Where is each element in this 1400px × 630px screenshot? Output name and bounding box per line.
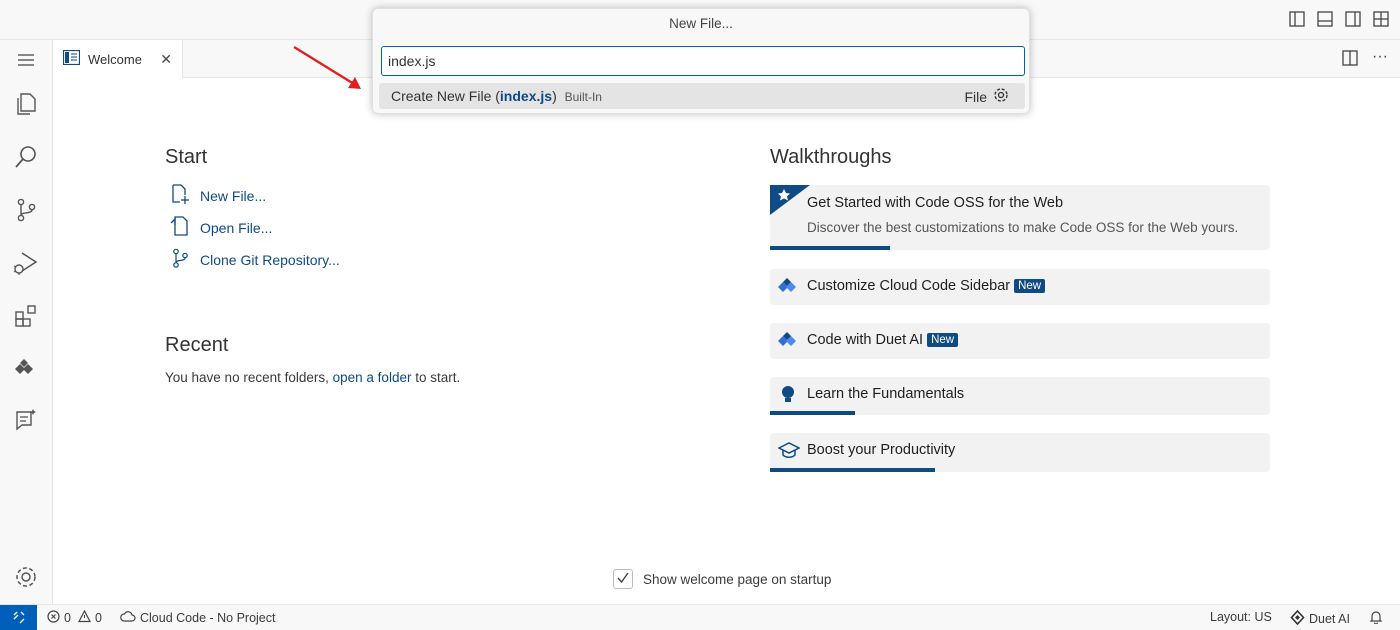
warning-icon xyxy=(77,609,91,626)
palette-title: New File... xyxy=(669,16,733,31)
error-count: 0 xyxy=(64,611,71,625)
walkthrough-duet-ai[interactable]: Code with Duet AI New xyxy=(770,323,1270,359)
duet-ai-icon xyxy=(1290,609,1305,628)
walkthroughs-heading: Walkthroughs xyxy=(770,146,892,168)
new-badge: New xyxy=(1014,279,1046,293)
star-icon xyxy=(770,185,810,218)
toggle-secondary-sidebar-icon[interactable] xyxy=(1344,10,1362,28)
walkthrough-productivity[interactable]: Boost your Productivity xyxy=(770,433,1270,472)
remote-icon xyxy=(12,610,26,627)
walkthrough-title: Code with Duet AI xyxy=(807,332,924,348)
split-editor-icon[interactable] xyxy=(1342,50,1358,69)
startup-checkbox[interactable] xyxy=(613,569,633,589)
open-file-icon xyxy=(170,216,190,239)
keyboard-layout[interactable]: Layout: US xyxy=(1210,610,1272,624)
duet-ai-status[interactable]: Duet AI xyxy=(1290,609,1350,628)
recent-text-before: You have no recent folders, xyxy=(165,370,329,385)
settings-gear-icon[interactable] xyxy=(12,563,40,591)
duet-ai-label: Duet AI xyxy=(1309,612,1350,626)
new-file-link[interactable]: New File... xyxy=(170,184,266,207)
problems-indicator[interactable]: 0 0 xyxy=(47,609,102,626)
cloud-code-label: Cloud Code - No Project xyxy=(140,610,276,625)
palette-result-label: Create New File (index.js) Built-In xyxy=(391,88,602,104)
tab-welcome-label: Welcome xyxy=(88,51,142,67)
recent-message: You have no recent folders, open a folde… xyxy=(165,370,460,385)
chat-icon[interactable] xyxy=(12,406,40,434)
customize-layout-icon[interactable] xyxy=(1372,10,1390,28)
source-control-icon xyxy=(170,248,190,271)
walkthrough-progress xyxy=(770,468,935,472)
recent-heading: Recent xyxy=(165,334,229,356)
clone-git-label: Clone Git Repository... xyxy=(200,251,340,268)
toggle-primary-sidebar-icon[interactable] xyxy=(1288,10,1306,28)
start-heading: Start xyxy=(165,146,208,168)
palette-result-create-file[interactable]: Create New File (index.js) Built-In File xyxy=(379,83,1025,109)
editor-actions: ··· xyxy=(1342,49,1388,69)
open-file-link[interactable]: Open File... xyxy=(170,216,272,239)
layout-label: Layout: US xyxy=(1210,610,1272,624)
walkthrough-fundamentals[interactable]: Learn the Fundamentals xyxy=(770,377,1270,415)
welcome-on-startup: Show welcome page on startup xyxy=(613,569,831,589)
activity-bar xyxy=(0,40,53,604)
checkmark-icon xyxy=(616,571,630,588)
status-bar: 0 0 Cloud Code - No Project Layout: US D… xyxy=(0,604,1400,630)
cloud-icon xyxy=(120,610,136,625)
result-suffix: ) xyxy=(552,88,557,104)
notifications-bell[interactable] xyxy=(1369,610,1383,627)
result-builtin: Built-In xyxy=(564,90,602,104)
remote-indicator[interactable] xyxy=(0,605,37,630)
walkthrough-title: Customize Cloud Code Sidebar xyxy=(807,278,1011,294)
run-debug-icon[interactable] xyxy=(12,249,40,277)
open-file-label: Open File... xyxy=(200,219,273,236)
error-icon xyxy=(47,610,60,626)
bell-icon xyxy=(1369,610,1383,627)
walkthrough-title: Learn the Fundamentals xyxy=(807,386,965,402)
new-file-icon xyxy=(170,184,190,207)
mortarboard-icon xyxy=(777,442,801,463)
command-palette: New File... Create New File (index.js) B… xyxy=(372,8,1030,114)
walkthrough-customize-sidebar[interactable]: Customize Cloud Code Sidebar New xyxy=(770,269,1270,305)
layout-controls xyxy=(1288,10,1390,28)
palette-input[interactable] xyxy=(381,46,1025,76)
walkthrough-progress xyxy=(770,411,855,415)
explorer-icon[interactable] xyxy=(12,90,40,118)
new-badge: New xyxy=(927,333,959,347)
walkthrough-title-row: Code with Duet AI New xyxy=(807,332,959,348)
walkthrough-title: Boost your Productivity xyxy=(807,442,956,458)
warning-count: 0 xyxy=(94,611,102,625)
cloud-code-icon xyxy=(778,332,800,353)
walkthrough-description: Discover the best customizations to make… xyxy=(807,220,1239,235)
menu-icon[interactable] xyxy=(12,46,40,74)
walkthrough-get-started[interactable]: Get Started with Code OSS for the Web Di… xyxy=(770,185,1270,250)
result-prefix: Create New File ( xyxy=(391,88,500,104)
open-folder-link[interactable]: open a folder xyxy=(333,370,412,385)
welcome-icon xyxy=(62,49,81,68)
result-highlight: index.js xyxy=(499,88,553,104)
extensions-icon[interactable] xyxy=(12,302,40,330)
new-file-label: New File... xyxy=(200,187,267,204)
welcome-page: Start New File... Open File... Clone Git… xyxy=(53,78,1400,604)
more-actions-icon[interactable]: ··· xyxy=(1372,49,1388,69)
result-kind: File xyxy=(964,88,987,105)
gear-icon[interactable] xyxy=(993,87,1009,106)
startup-label: Show welcome page on startup xyxy=(643,571,832,587)
annotation-arrow xyxy=(293,45,361,89)
walkthrough-progress xyxy=(770,246,890,250)
cloud-code-status[interactable]: Cloud Code - No Project xyxy=(120,610,275,625)
toggle-panel-icon[interactable] xyxy=(1316,10,1334,28)
recent-text-after: to start. xyxy=(415,370,461,385)
walkthrough-title: Get Started with Code OSS for the Web xyxy=(807,195,1064,211)
cloud-code-icon[interactable] xyxy=(12,355,40,383)
search-icon[interactable] xyxy=(12,143,40,171)
close-icon[interactable]: ✕ xyxy=(160,51,172,68)
cloud-code-icon xyxy=(778,278,800,299)
clone-git-link[interactable]: Clone Git Repository... xyxy=(170,248,340,271)
lightbulb-icon xyxy=(781,385,795,408)
source-control-icon[interactable] xyxy=(12,196,40,224)
palette-result-meta: File xyxy=(964,87,1009,106)
walkthrough-title-row: Customize Cloud Code Sidebar New xyxy=(807,278,1046,294)
tab-welcome[interactable]: Welcome ✕ xyxy=(53,40,183,78)
